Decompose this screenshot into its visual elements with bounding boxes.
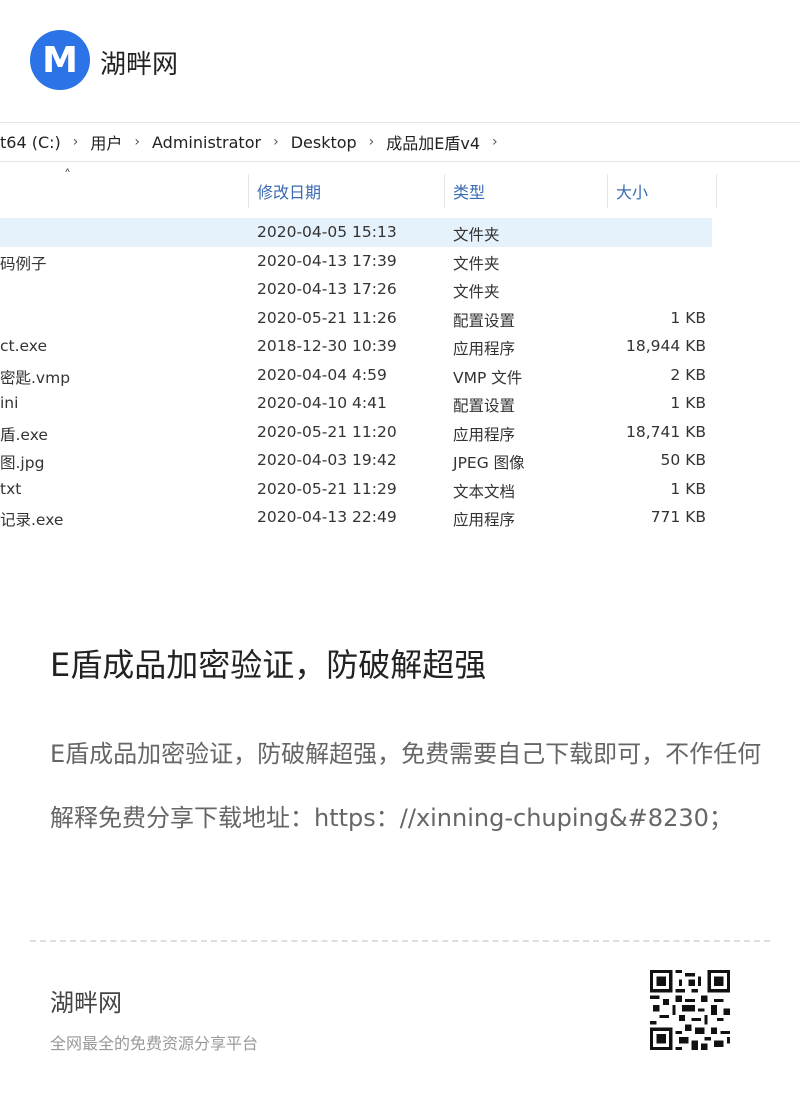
column-divider[interactable] <box>607 174 608 208</box>
file-name: 密匙.vmp <box>0 369 71 387</box>
file-type: 文件夹 <box>453 255 500 273</box>
column-divider[interactable] <box>248 174 249 208</box>
file-type: 应用程序 <box>453 511 516 529</box>
column-header-type[interactable]: 类型 <box>453 172 485 210</box>
chevron-right-icon: › <box>134 134 140 150</box>
file-row[interactable]: txt 2020-05-21 11:29 文本文档 1 KB <box>0 475 712 504</box>
logo-letter: M <box>42 39 78 81</box>
file-row[interactable]: 图.jpg 2020-04-03 19:42 JPEG 图像 50 KB <box>0 446 712 475</box>
file-name: 图.jpg <box>0 454 45 472</box>
file-date: 2020-05-21 11:29 <box>257 480 397 498</box>
qr-code-icon[interactable] <box>650 970 730 1050</box>
file-date: 2020-04-03 19:42 <box>257 451 397 469</box>
file-size: 1 KB <box>670 394 706 412</box>
address-bar[interactable]: t64 (C:) › 用户 › Administrator › Desktop … <box>0 122 800 162</box>
file-row[interactable]: 密匙.vmp 2020-04-04 4:59 VMP 文件 2 KB <box>0 361 712 390</box>
file-date: 2020-04-05 15:13 <box>257 223 397 241</box>
file-row[interactable]: 记录.exe 2020-04-13 22:49 应用程序 771 KB <box>0 503 712 532</box>
site-name[interactable]: 湖畔网 <box>100 44 178 81</box>
file-type: 文件夹 <box>453 226 500 244</box>
file-name: ct.exe <box>0 337 48 355</box>
site-logo[interactable]: M <box>30 30 90 90</box>
file-name: 码例子 <box>0 255 47 273</box>
breadcrumb-administrator[interactable]: Administrator <box>152 133 261 152</box>
file-type: 文件夹 <box>453 283 500 301</box>
file-date: 2020-05-21 11:20 <box>257 423 397 441</box>
file-date: 2020-04-13 17:39 <box>257 252 397 270</box>
sort-up-icon: ˄ <box>64 168 71 184</box>
file-date: 2020-04-10 4:41 <box>257 394 387 412</box>
file-type: 应用程序 <box>453 340 516 358</box>
file-type: 文本文档 <box>453 483 516 501</box>
file-type: VMP 文件 <box>453 369 523 387</box>
file-size: 1 KB <box>670 309 706 327</box>
file-type: 应用程序 <box>453 426 516 444</box>
file-size: 18,944 KB <box>626 337 706 355</box>
file-name: txt <box>0 480 22 498</box>
file-type: JPEG 图像 <box>453 454 525 472</box>
file-size: 18,741 KB <box>626 423 706 441</box>
chevron-right-icon: › <box>368 134 375 150</box>
file-size: 1 KB <box>670 480 706 498</box>
file-date: 2020-04-13 17:26 <box>257 280 397 298</box>
divider <box>30 940 770 942</box>
file-name: ini <box>0 394 19 412</box>
file-row[interactable]: 码例子 2020-04-13 17:39 文件夹 <box>0 247 712 276</box>
file-row[interactable]: ct.exe 2018-12-30 10:39 应用程序 18,944 KB <box>0 332 712 361</box>
breadcrumb-folder[interactable]: 成品加E盾v4 <box>386 130 480 154</box>
file-type: 配置设置 <box>453 312 516 330</box>
breadcrumb-drive[interactable]: t64 (C:) <box>0 133 61 152</box>
footer-site-name[interactable]: 湖畔网 <box>50 983 122 1018</box>
footer-tagline: 全网最全的免费资源分享平台 <box>50 1034 259 1053</box>
breadcrumb-desktop[interactable]: Desktop <box>291 133 357 152</box>
column-header-date[interactable]: 修改日期 <box>257 172 321 210</box>
file-type: 配置设置 <box>453 397 516 415</box>
file-row[interactable]: ini 2020-04-10 4:41 配置设置 1 KB <box>0 389 712 418</box>
explorer-screenshot: t64 (C:) › 用户 › Administrator › Desktop … <box>0 122 800 568</box>
file-date: 2020-04-13 22:49 <box>257 508 397 526</box>
chevron-right-icon: › <box>492 134 498 150</box>
column-header-size[interactable]: 大小 <box>616 172 648 210</box>
file-size: 771 KB <box>650 508 706 526</box>
article-description: E盾成品加密验证，防破解超强，免费需要自己下载即可，不作任何解释免费分享下载地址… <box>50 740 762 832</box>
chevron-right-icon: › <box>273 134 279 150</box>
file-size: 2 KB <box>670 366 706 384</box>
file-row[interactable]: 2020-05-21 11:26 配置设置 1 KB <box>0 304 712 333</box>
file-row[interactable]: 2020-04-05 15:13 文件夹 <box>0 218 712 247</box>
chevron-right-icon: › <box>72 134 79 150</box>
file-date: 2020-05-21 11:26 <box>257 309 397 327</box>
file-name: 盾.exe <box>0 426 48 444</box>
breadcrumb-users[interactable]: 用户 <box>90 130 122 154</box>
file-row[interactable]: 2020-04-13 17:26 文件夹 <box>0 275 712 304</box>
column-divider[interactable] <box>444 174 445 208</box>
file-row[interactable]: 盾.exe 2020-05-21 11:20 应用程序 18,741 KB <box>0 418 712 447</box>
file-date: 2020-04-04 4:59 <box>257 366 387 384</box>
file-size: 50 KB <box>660 451 706 469</box>
article-title: E盾成品加密验证，防破解超强 <box>50 646 487 684</box>
file-name: 记录.exe <box>0 511 64 529</box>
column-divider[interactable] <box>716 174 717 208</box>
file-date: 2018-12-30 10:39 <box>257 337 397 355</box>
